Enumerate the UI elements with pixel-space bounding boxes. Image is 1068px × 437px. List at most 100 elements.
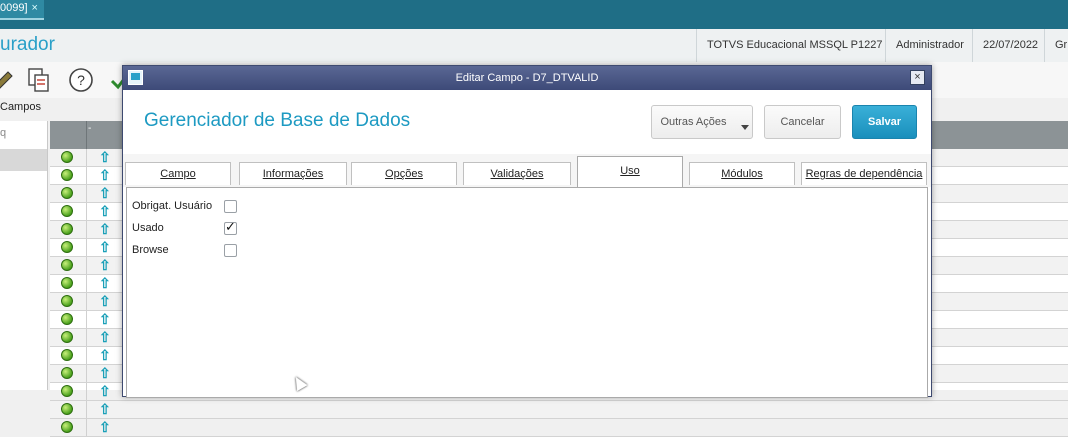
tab-label: Opções (385, 168, 423, 180)
cell-separator (86, 257, 87, 274)
field-obrigat-usuario: Obrigat. Usuário (132, 197, 237, 215)
app-title: urador (0, 34, 55, 55)
arrow-up-icon: ⇧ (99, 419, 111, 435)
cell-separator (86, 149, 87, 166)
status-group: Gr (1044, 29, 1068, 62)
status-green-icon (61, 385, 73, 397)
cell-separator (86, 293, 87, 310)
arrow-up-icon: ⇧ (99, 203, 111, 219)
app-titlebar: urador TOTVS Educacional MSSQL P1227 Adm… (0, 29, 1068, 63)
field-browse: Browse (132, 241, 237, 259)
arrow-up-icon: ⇧ (99, 383, 111, 399)
app-tab[interactable]: 0099] × (0, 0, 44, 20)
app-tab-close-icon[interactable]: × (32, 2, 38, 14)
more-actions-label: Outras Ações (660, 116, 727, 128)
arrow-up-icon: ⇧ (99, 185, 111, 201)
more-actions-button[interactable]: Outras Ações (651, 105, 753, 139)
cell-separator (86, 185, 87, 202)
cell-separator (86, 239, 87, 256)
browse-checkbox[interactable] (224, 244, 237, 257)
field-usado: Usado (132, 218, 237, 237)
tab-regras-de-dependencia[interactable]: Regras de dependência (801, 162, 927, 185)
status-green-icon (61, 295, 73, 307)
close-icon[interactable]: × (910, 70, 925, 85)
tab-label: Informações (262, 168, 324, 180)
arrow-up-icon: ⇧ (99, 311, 111, 327)
arrow-up-icon: ⇧ (99, 221, 111, 237)
status-green-icon (61, 205, 73, 217)
arrow-up-icon: ⇧ (99, 149, 111, 165)
app-tabstrip: 0099] × (0, 0, 1068, 29)
cell-separator (86, 275, 87, 292)
cell-separator (86, 203, 87, 220)
status-green-icon (61, 223, 73, 235)
status-green-icon (61, 313, 73, 325)
left-search-hint[interactable]: q (0, 127, 6, 139)
obrigat-usuario-checkbox[interactable] (224, 200, 237, 213)
status-user: Administrador (885, 29, 974, 62)
tab-informacoes[interactable]: Informações (239, 162, 347, 185)
breadcrumb: Campos (0, 101, 41, 113)
grid-header-mark: - (88, 123, 92, 134)
edit-field-dialog: Editar Campo - D7_DTVALID × Gerenciador … (122, 65, 932, 398)
arrow-up-icon: ⇧ (99, 239, 111, 255)
table-row[interactable]: ⇧ (50, 419, 1068, 437)
status-green-icon (61, 331, 73, 343)
field-label: Obrigat. Usuário (132, 200, 213, 212)
app-tab-label: 0099] (0, 2, 28, 14)
status-green-icon (61, 187, 73, 199)
help-icon[interactable]: ? (67, 66, 95, 94)
tab-label: Regras de dependência (805, 168, 923, 180)
arrow-up-icon: ⇧ (99, 401, 111, 417)
tab-label: Uso (620, 165, 640, 177)
dialog-title: Editar Campo - D7_DTVALID (455, 72, 599, 84)
cell-separator (86, 365, 87, 382)
arrow-up-icon: ⇧ (99, 365, 111, 381)
arrow-up-icon: ⇧ (99, 167, 111, 183)
tab-label: Validações (490, 168, 544, 180)
copy-document-icon[interactable] (25, 66, 53, 94)
status-green-icon (61, 349, 73, 361)
field-label: Browse (132, 244, 169, 256)
arrow-up-icon: ⇧ (99, 257, 111, 273)
cell-separator (86, 311, 87, 328)
dialog-tabs: Campo Informações Opções Validações Uso … (123, 154, 931, 187)
status-database: TOTVS Educacional MSSQL P1227 (696, 29, 887, 62)
cell-separator (86, 401, 87, 418)
svg-text:?: ? (77, 72, 85, 88)
field-label: Usado (132, 222, 164, 234)
tab-label: Campo (160, 168, 196, 180)
cell-separator (86, 167, 87, 184)
cell-separator (86, 383, 87, 400)
status-green-icon (61, 403, 73, 415)
cell-separator (86, 419, 87, 436)
table-row[interactable]: ⇧ (50, 401, 1068, 419)
arrow-up-icon: ⇧ (99, 275, 111, 291)
cell-separator (86, 329, 87, 346)
tab-campo[interactable]: Campo (125, 162, 231, 185)
page-title: Gerenciador de Base de Dados (144, 110, 411, 131)
status-green-icon (61, 259, 73, 271)
tab-modulos[interactable]: Módulos (689, 162, 795, 185)
cell-separator (86, 347, 87, 364)
status-date: 22/07/2022 (972, 29, 1045, 62)
tab-validacoes[interactable]: Validações (463, 162, 571, 185)
chevron-down-icon (741, 125, 749, 130)
status-green-icon (61, 277, 73, 289)
left-selected-row[interactable] (0, 149, 47, 171)
save-button[interactable]: Salvar (852, 105, 917, 139)
dialog-titlebar[interactable]: Editar Campo - D7_DTVALID × (123, 66, 931, 90)
dialog-header: Gerenciador de Base de Dados Outras Açõe… (123, 90, 931, 154)
pencil-icon[interactable] (0, 66, 18, 94)
tab-opcoes[interactable]: Opções (351, 162, 457, 185)
status-green-icon (61, 169, 73, 181)
left-panel: q (0, 121, 48, 390)
status-green-icon (61, 367, 73, 379)
tab-uso[interactable]: Uso (577, 156, 683, 187)
cancel-button[interactable]: Cancelar (764, 105, 841, 139)
status-green-icon (61, 151, 73, 163)
status-green-icon (61, 421, 73, 433)
cell-separator (86, 221, 87, 238)
tab-label: Módulos (721, 168, 763, 180)
usado-checkbox[interactable] (224, 218, 237, 236)
